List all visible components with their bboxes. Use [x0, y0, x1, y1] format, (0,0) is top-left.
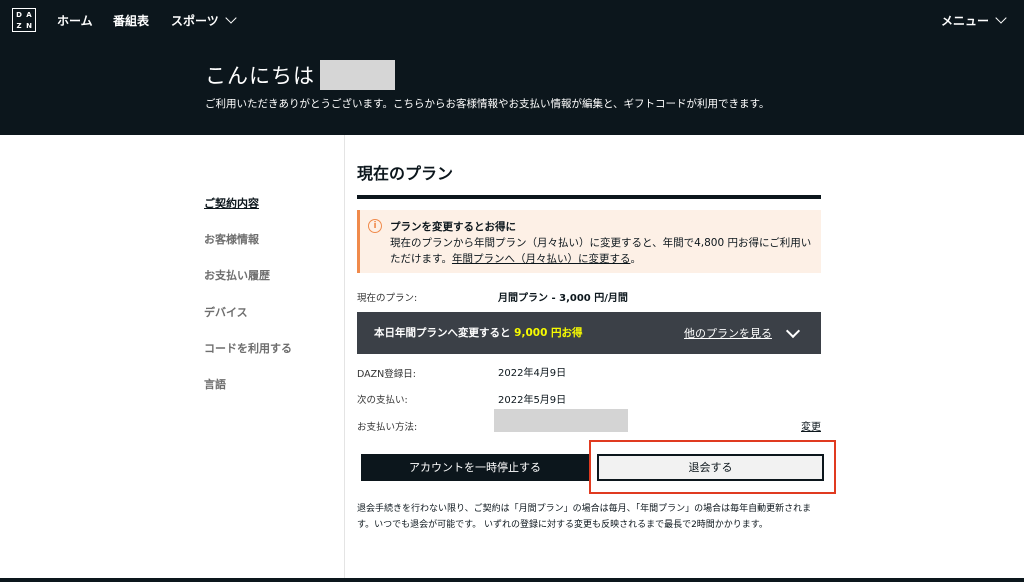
- nav-menu-label: メニュー: [941, 14, 990, 28]
- logo-letter: N: [26, 22, 32, 30]
- cancel-membership-button[interactable]: 退会する: [597, 454, 824, 481]
- top-navigation: D A Z N ホーム 番組表 スポーツ メニュー: [0, 0, 1024, 42]
- chevron-down-icon: [225, 12, 237, 24]
- footer-edge: [0, 578, 1024, 582]
- greeting-banner: こんにちは ご利用いただきありがとうございます。こちらからお客様情報やお支払い情…: [0, 42, 1024, 135]
- next-payment-label: 次の支払い:: [357, 395, 408, 406]
- cancellation-footnote: 退会手続きを行わない限り、ご契約は「月間プラン」の場合は毎月、「年間プラン」の場…: [357, 504, 812, 530]
- account-sidebar: ご契約内容 お客様情報 お支払い履歴 デバイス コードを利用する 言語: [0, 135, 345, 582]
- change-to-annual-link[interactable]: 年間プランへ（月々払い）に変更する: [452, 253, 631, 265]
- title-divider: [357, 195, 821, 199]
- upgrade-offer-bar: 本日年間プランへ変更すると 9,000 円お得 他のプランを見る: [357, 312, 821, 354]
- sidebar-item-subscription[interactable]: ご契約内容: [204, 195, 259, 211]
- registered-date-label: DAZN登録日:: [357, 369, 416, 380]
- registered-date-value: 2022年4月9日: [498, 368, 567, 379]
- greeting-subtitle: ご利用いただきありがとうございます。こちらからお客様情報やお支払い情報が編集と、…: [205, 98, 770, 110]
- nav-home[interactable]: ホーム: [57, 0, 93, 42]
- page-title: 現在のプラン: [357, 164, 454, 183]
- notice-title: プランを変更するとお得に: [390, 221, 516, 233]
- next-payment-value: 2022年5月9日: [498, 395, 567, 406]
- redacted-payment-method: [494, 409, 628, 432]
- nav-sports[interactable]: スポーツ: [171, 0, 237, 42]
- chevron-down-icon: [995, 12, 1007, 24]
- current-plan-value: 月間プラン - 3,000 円/月間: [498, 293, 628, 304]
- payment-method-label: お支払い方法:: [357, 422, 418, 433]
- nav-menu[interactable]: メニュー: [941, 0, 1007, 42]
- dazn-logo[interactable]: D A Z N: [12, 8, 36, 32]
- logo-letter: Z: [16, 22, 22, 30]
- sidebar-item-customer-info[interactable]: お客様情報: [204, 231, 259, 247]
- greeting-title: こんにちは: [205, 64, 315, 88]
- logo-letter: A: [26, 11, 32, 19]
- nav-sports-label: スポーツ: [171, 14, 219, 28]
- logo-letter: D: [16, 11, 22, 19]
- sidebar-item-payment-history[interactable]: お支払い履歴: [204, 267, 270, 283]
- plan-change-notice: i プランを変更するとお得に 現在のプランから年間プラン（月々払い）に変更すると…: [357, 210, 821, 273]
- upgrade-offer-text: 本日年間プランへ変更すると 9,000 円お得: [374, 325, 583, 340]
- chevron-down-icon[interactable]: [785, 323, 801, 339]
- view-other-plans-link[interactable]: 他のプランを見る: [684, 325, 772, 341]
- nav-schedule[interactable]: 番組表: [113, 0, 149, 42]
- sidebar-item-devices[interactable]: デバイス: [204, 304, 248, 320]
- notice-body: 現在のプランから年間プラン（月々払い）に変更すると、年間で4,800 円お得にご…: [390, 235, 815, 267]
- upgrade-offer-prefix: 本日年間プランへ変更すると: [374, 327, 511, 339]
- change-payment-link[interactable]: 変更: [801, 418, 821, 433]
- info-icon: i: [368, 219, 382, 233]
- current-plan-label: 現在のプラン:: [357, 293, 418, 304]
- sidebar-item-language[interactable]: 言語: [204, 376, 226, 392]
- redacted-user-name: [320, 60, 395, 90]
- upgrade-savings: 9,000 円お得: [514, 327, 583, 339]
- pause-account-button[interactable]: アカウントを一時停止する: [361, 454, 589, 481]
- sidebar-item-redeem-code[interactable]: コードを利用する: [204, 340, 292, 356]
- notice-text-end: 。: [630, 253, 641, 265]
